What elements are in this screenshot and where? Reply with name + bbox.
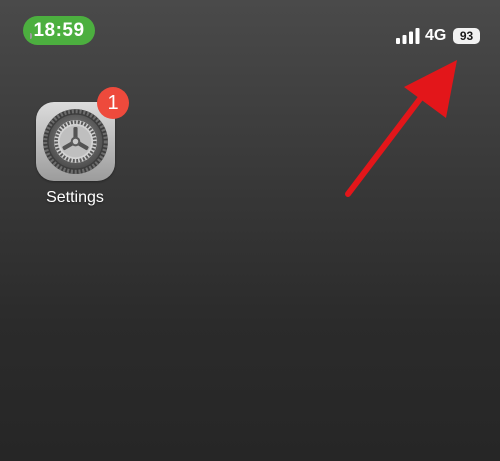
signal-bars-icon — [396, 28, 420, 44]
status-bar: 18:59 4G 93 — [0, 0, 500, 70]
notification-badge: 1 — [97, 87, 129, 119]
status-time: 18:59 — [33, 20, 85, 41]
network-type-label: 4G — [425, 27, 447, 44]
time-pill[interactable]: 18:59 — [23, 16, 95, 45]
gear-icon — [43, 109, 108, 174]
badge-count: 1 — [107, 92, 119, 114]
battery-level: 93 — [453, 28, 480, 44]
settings-app-label: Settings — [46, 189, 104, 206]
battery-icon: 93 — [453, 28, 480, 44]
